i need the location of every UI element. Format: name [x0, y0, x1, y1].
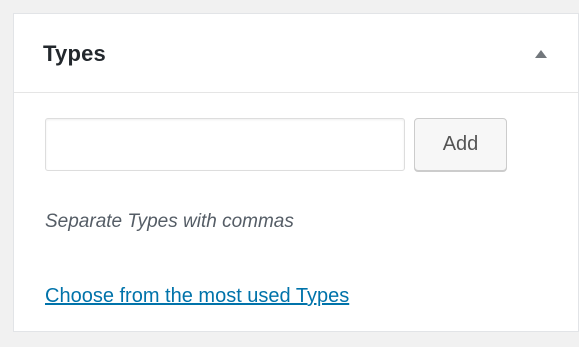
add-button[interactable]: Add [414, 118, 507, 171]
triangle-up-icon [535, 50, 547, 58]
most-used-types-link[interactable]: Choose from the most used Types [45, 285, 349, 308]
collapse-toggle-button[interactable] [526, 39, 556, 69]
separator-hint: Separate Types with commas [45, 211, 294, 232]
types-panel: Types Add Separate Types with commas Cho… [13, 13, 579, 332]
new-type-input[interactable] [45, 118, 405, 171]
panel-title: Types [43, 41, 106, 66]
panel-header: Types [14, 14, 578, 93]
